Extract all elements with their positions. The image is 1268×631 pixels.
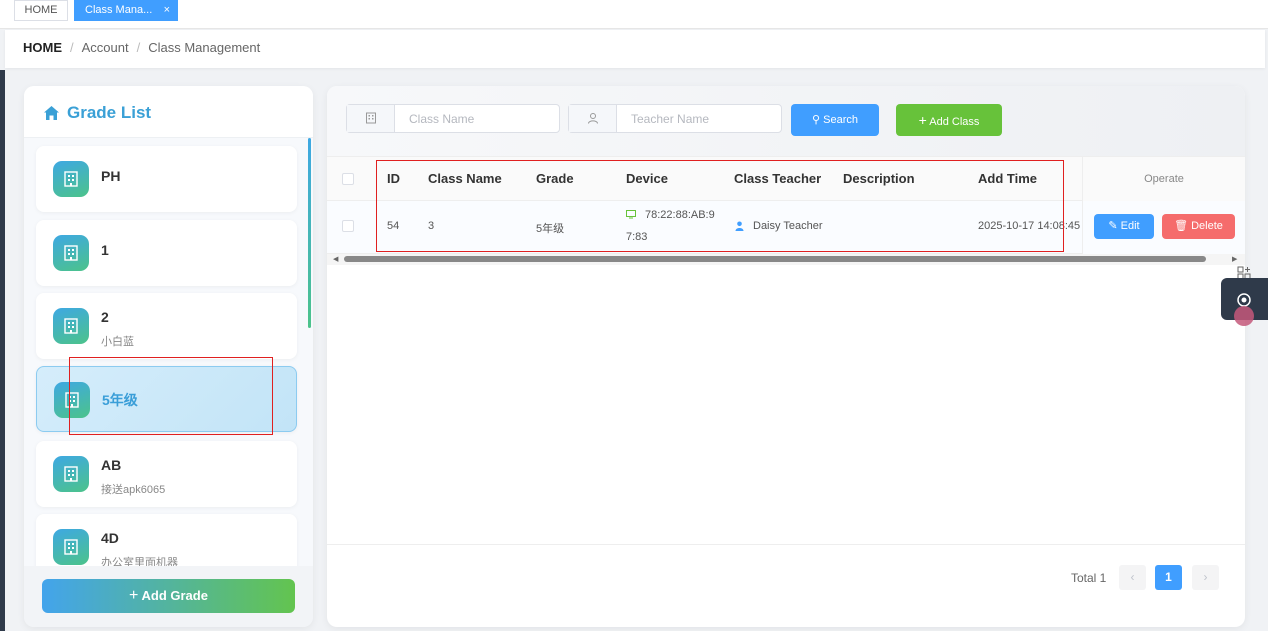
table-header: ID Class Name Grade Device Class Teacher… [327,156,1245,202]
grade-name: PH [101,168,121,184]
person-icon [735,221,744,231]
grade-name: 4D [101,530,119,546]
column-id[interactable]: ID [387,171,400,186]
grade-item-ph[interactable]: PH [36,146,297,212]
sidebar-edge [0,70,5,631]
grade-item-1[interactable]: 1 [36,220,297,286]
search-label: Search [823,114,858,126]
grade-item-5th-grade[interactable]: 5年级 [36,366,297,432]
building-icon [54,382,90,418]
user-icon [569,105,617,132]
grade-name: 1 [101,242,109,258]
class-table-panel: ⚲ Search + Add Class ID Class Name Grade… [327,86,1245,627]
delete-button[interactable]: 🗑 Delete [1162,214,1235,239]
grade-list-header: Grade List [24,86,313,138]
add-class-button[interactable]: + Add Class [896,104,1002,136]
search-icon: ⚲ [812,114,821,126]
trash-icon: 🗑 [1174,220,1189,232]
building-icon [53,529,89,565]
monitor-icon [626,210,636,219]
search-bar: ⚲ Search + Add Class [327,86,1245,156]
teacher-name-search [568,104,782,133]
building-icon [53,456,89,492]
edit-icon: ✎ [1108,220,1118,232]
column-class-teacher[interactable]: Class Teacher [734,171,821,186]
home-icon [44,106,59,120]
plus-icon: + [129,587,139,604]
tab-label: Class Mana... [85,4,153,16]
cell-grade: 5年级 [536,223,565,235]
pagination-total: Total 1 [1071,571,1107,585]
plus-icon: + [918,112,927,128]
class-name-search [346,104,560,133]
breadcrumb-home[interactable]: HOME [23,40,62,55]
table-horizontal-scrollbar[interactable]: ◀ ▶ [327,254,1245,265]
class-name-input[interactable] [396,105,559,132]
column-class-name[interactable]: Class Name [428,171,502,186]
pagination-prev-button[interactable]: ‹ [1119,565,1146,590]
building-icon [347,105,395,132]
cell-id: 54 [387,220,400,232]
tabs-bar: HOME Class Mana... × [0,0,1268,29]
grade-list-panel: Grade List PH 1 2 小白蓝 5年级 AB 接送apk6065 4… [24,86,313,627]
edit-label: Edit [1120,220,1140,232]
building-icon [53,308,89,344]
cell-class-teacher: Daisy Teacher [753,220,823,232]
column-description[interactable]: Description [843,171,915,186]
table-footer-divider [327,544,1245,545]
cell-add-time: 2025-10-17 14:08:45 [978,220,1081,232]
breadcrumb-separator: / [136,40,141,55]
column-add-time[interactable]: Add Time [978,171,1037,186]
breadcrumb-separator: / [70,40,74,55]
scroll-left-icon[interactable]: ◀ [333,254,338,265]
add-class-label: Add Class [929,116,980,128]
pagination-next-button[interactable]: › [1192,565,1219,590]
breadcrumb: HOME / Account / Class Management [23,40,260,55]
tab-class-management[interactable]: Class Mana... × [74,0,178,21]
column-operate: Operate [1082,157,1245,202]
building-icon [53,161,89,197]
column-grade[interactable]: Grade [536,171,574,186]
breadcrumb-account[interactable]: Account [82,40,129,55]
grade-name: 2 [101,309,109,325]
grade-item-2[interactable]: 2 小白蓝 [36,293,297,359]
delete-label: Delete [1191,220,1223,232]
search-button[interactable]: ⚲ Search [791,104,879,136]
teacher-name-input[interactable] [618,105,781,132]
cell-device-line1: 78:22:88:AB:9 [645,209,715,221]
tab-home[interactable]: HOME [14,0,68,21]
grade-item-ab[interactable]: AB 接送apk6065 [36,441,297,507]
pagination-page-1[interactable]: 1 [1155,565,1182,590]
breadcrumb-current: Class Management [148,40,261,55]
select-all-checkbox[interactable] [342,173,354,185]
add-grade-label: Add Grade [141,588,208,603]
avatar[interactable] [1234,306,1254,326]
column-device[interactable]: Device [626,171,668,186]
scroll-right-icon[interactable]: ▶ [1232,254,1237,265]
grade-description: 接送apk6065 [101,484,166,496]
building-icon [53,235,89,271]
grade-list-scrollbar[interactable] [308,138,311,328]
table-row: 54 3 5年级 78:22:88:AB:9 7:83 Daisy Teache… [327,201,1245,254]
cell-operate: ✎ Edit 🗑 Delete [1082,201,1245,254]
cell-class-name: 3 [428,220,435,232]
scrollbar-thumb[interactable] [344,256,1206,262]
breadcrumb-bar: HOME / Account / Class Management [5,30,1265,68]
grade-list-title: Grade List [67,103,152,122]
row-checkbox[interactable] [342,220,354,232]
grade-name: 5年级 [102,392,138,408]
floating-toolbar [1221,266,1268,332]
cell-device-line2: 7:83 [626,231,648,243]
close-icon[interactable]: × [164,1,170,20]
grade-description: 小白蓝 [101,336,134,348]
add-grade-button[interactable]: + Add Grade [42,579,295,613]
edit-button[interactable]: ✎ Edit [1094,214,1154,239]
grade-name: AB [101,457,122,473]
